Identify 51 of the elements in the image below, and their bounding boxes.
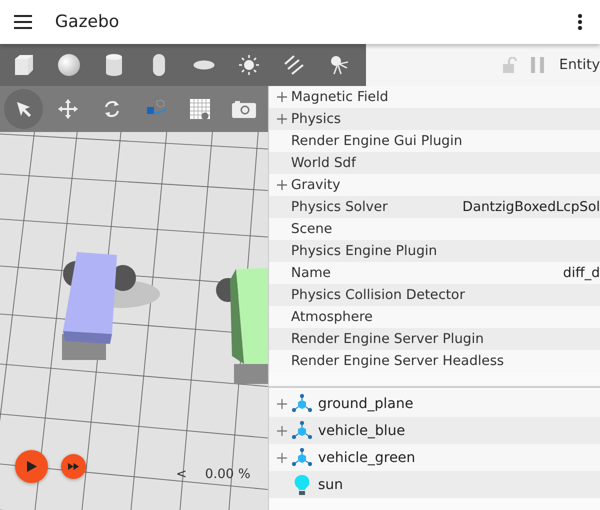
lock-icon (503, 56, 518, 74)
property-label: Physics (291, 111, 341, 127)
property-label: Physics Collision Detector (291, 287, 465, 303)
property-value: diff_d (563, 265, 600, 281)
sun-icon (238, 54, 260, 76)
menu-button[interactable] (13, 12, 33, 32)
grid-icon (188, 98, 210, 120)
property-row[interactable]: Physics (269, 108, 600, 130)
capsule-icon (152, 53, 166, 77)
cylinder-icon (105, 53, 123, 77)
more-options-icon (578, 14, 582, 30)
property-label: Gravity (291, 177, 340, 193)
property-value: DantzigBoxedLcpSol (462, 199, 600, 215)
property-label: Name (291, 265, 331, 281)
model-icon (291, 420, 313, 440)
play-icon (26, 461, 36, 472)
property-label: Scene (291, 221, 332, 237)
entity-name: vehicle_blue (318, 422, 406, 438)
property-label: Render Engine Server Headless (291, 353, 504, 369)
property-label: Atmosphere (291, 309, 373, 325)
cube-icon (12, 53, 36, 77)
property-label: Magnetic Field (291, 89, 388, 105)
model-icon (291, 394, 313, 414)
app-title: Gazebo (55, 12, 120, 32)
entity-row[interactable]: sun (269, 471, 600, 498)
property-row[interactable]: Physics Collision Detector (269, 284, 600, 306)
camera-icon (230, 99, 256, 119)
entity-name: sun (318, 476, 344, 492)
property-row[interactable]: World Sdf (269, 152, 600, 174)
slanted-lines-icon (283, 54, 305, 76)
spotlight-icon (328, 54, 350, 76)
property-label: Render Engine Server Plugin (291, 331, 484, 347)
model-icon (291, 448, 313, 468)
move-icon (56, 98, 78, 120)
fast-forward-icon (68, 463, 79, 470)
menu-icon (14, 15, 32, 29)
entity-name: ground_plane (318, 396, 414, 412)
property-label: Physics Solver (291, 199, 388, 215)
property-label: World Sdf (291, 155, 356, 171)
property-label: Render Engine Gui Plugin (291, 133, 462, 149)
property-row[interactable]: Render Engine Server Plugin (269, 328, 600, 350)
pause-icon (531, 57, 546, 73)
property-row[interactable]: Physics Engine Plugin (269, 240, 600, 262)
property-label: Physics Engine Plugin (291, 243, 438, 259)
entity-row[interactable]: vehicle_blue (269, 417, 600, 444)
property-row[interactable]: Physics Solver DantzigBoxedLcpSol (269, 196, 600, 218)
tool-button[interactable] (4, 89, 43, 129)
ellipsoid-icon (193, 60, 215, 70)
sphere-icon (57, 53, 81, 77)
panel-title: Entity (559, 57, 600, 73)
entity-name: vehicle_green (318, 450, 416, 466)
